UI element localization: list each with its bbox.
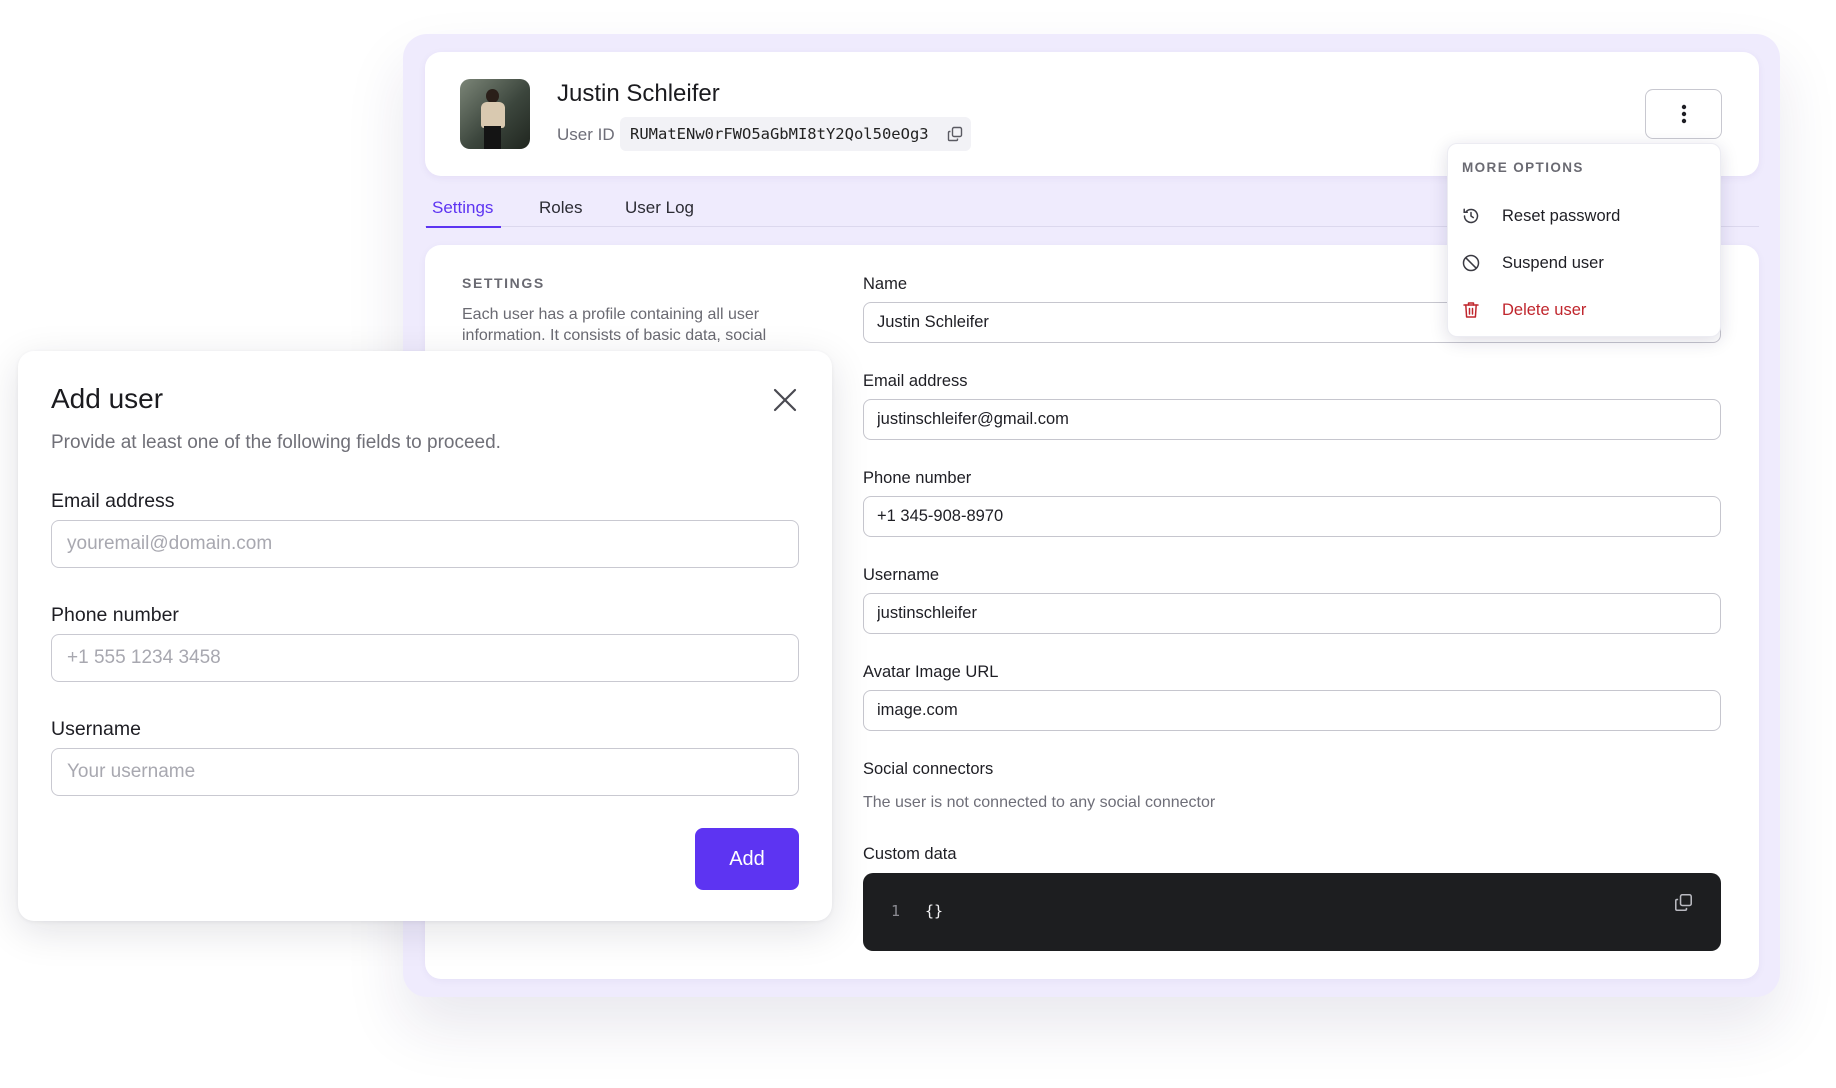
copy-icon[interactable] xyxy=(947,126,963,142)
modal-phone-input[interactable] xyxy=(51,634,799,682)
modal-subtitle: Provide at least one of the following fi… xyxy=(51,432,501,453)
stage: Justin Schleifer User ID RUMatENw0rFWO5a… xyxy=(0,0,1836,1088)
menu-item-label: Reset password xyxy=(1502,207,1621,225)
tab-settings[interactable]: Settings xyxy=(425,198,502,228)
suspend-icon xyxy=(1462,254,1480,272)
menu-item-suspend-user[interactable]: Suspend user xyxy=(1448,241,1720,285)
phone-label: Phone number xyxy=(863,469,972,487)
tab-roles[interactable]: Roles xyxy=(539,198,582,227)
social-connectors-label: Social connectors xyxy=(863,760,994,778)
email-field[interactable] xyxy=(863,399,1721,440)
menu-title: MORE OPTIONS xyxy=(1462,160,1584,175)
menu-item-label: Delete user xyxy=(1502,301,1587,319)
add-user-modal: Add user Provide at least one of the fol… xyxy=(18,351,832,921)
menu-item-label: Suspend user xyxy=(1502,254,1604,272)
more-options-button[interactable] xyxy=(1645,89,1722,139)
close-icon[interactable] xyxy=(770,385,800,415)
custom-data-label: Custom data xyxy=(863,845,957,863)
code-content[interactable]: {} xyxy=(925,902,943,920)
modal-email-input[interactable] xyxy=(51,520,799,568)
avatar-head xyxy=(486,89,499,103)
modal-username-label: Username xyxy=(51,718,141,740)
modal-email-label: Email address xyxy=(51,490,175,512)
avatar-legs xyxy=(484,126,501,149)
more-vertical-icon xyxy=(1681,104,1686,124)
menu-item-delete-user[interactable]: Delete user xyxy=(1448,288,1720,332)
settings-description: Each user has a profile containing all u… xyxy=(462,306,767,344)
copy-icon[interactable] xyxy=(1674,893,1693,912)
avatar-url-field[interactable] xyxy=(863,690,1721,731)
user-id-label: User ID xyxy=(557,125,615,144)
reset-icon xyxy=(1463,208,1479,224)
add-button[interactable]: Add xyxy=(695,828,799,890)
avatar-body xyxy=(481,102,505,128)
social-connectors-empty-text: The user is not connected to any social … xyxy=(863,794,1216,811)
avatar xyxy=(460,79,530,149)
user-name: Justin Schleifer xyxy=(557,80,720,107)
custom-data-editor[interactable]: 1 {} xyxy=(863,873,1721,951)
phone-field[interactable] xyxy=(863,496,1721,537)
username-field[interactable] xyxy=(863,593,1721,634)
more-options-menu: MORE OPTIONS Reset password Suspend user xyxy=(1447,143,1721,337)
modal-username-input[interactable] xyxy=(51,748,799,796)
trash-icon xyxy=(1463,302,1479,318)
user-id-text: RUMatENw0rFWO5aGbMI8tY2Qol50eOg3 xyxy=(630,125,929,143)
username-label: Username xyxy=(863,566,940,584)
user-id-value: RUMatENw0rFWO5aGbMI8tY2Qol50eOg3 xyxy=(620,117,971,151)
avatar-url-label: Avatar Image URL xyxy=(863,663,999,681)
email-label: Email address xyxy=(863,372,968,390)
modal-phone-label: Phone number xyxy=(51,604,179,626)
modal-title: Add user xyxy=(51,383,164,414)
tab-user-log[interactable]: User Log xyxy=(625,198,694,227)
name-label: Name xyxy=(863,275,908,293)
settings-section-title: SETTINGS xyxy=(462,275,545,291)
menu-item-reset-password[interactable]: Reset password xyxy=(1448,194,1720,238)
line-number: 1 xyxy=(891,902,901,920)
